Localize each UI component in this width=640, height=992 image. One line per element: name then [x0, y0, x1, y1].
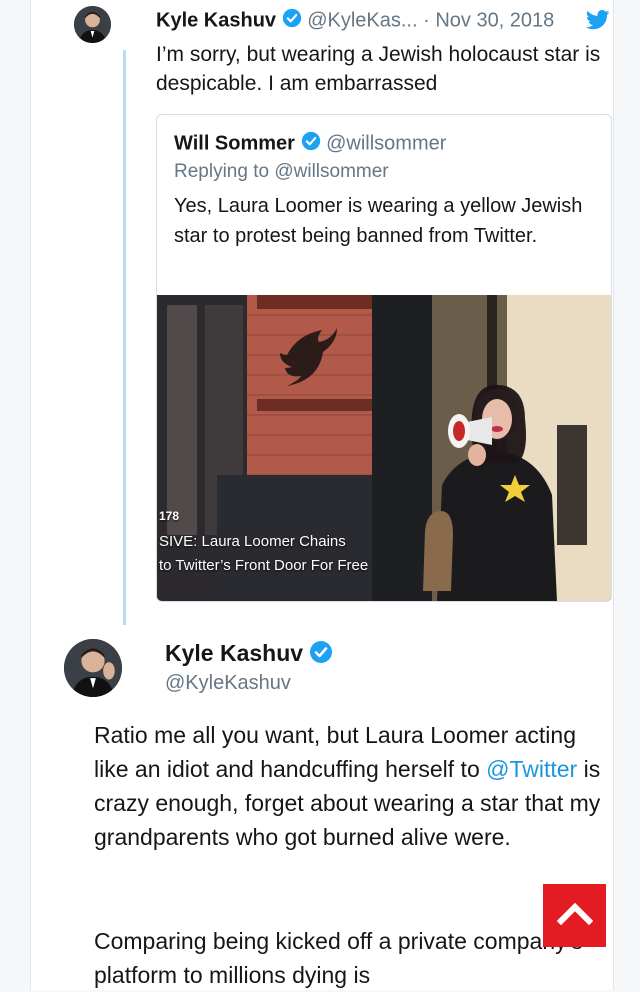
main-author-handle[interactable]: @KyleKashuv — [165, 672, 291, 695]
reply-tweet-text: I’m sorry, but wearing a Jewish holocaus… — [156, 43, 601, 95]
reply-tweet-header: Kyle Kashuv @KyleKas... · Nov 30, 2018 — [156, 8, 554, 34]
tweet-card: Kyle Kashuv @KyleKas... · Nov 30, 2018 I… — [30, 0, 614, 990]
quoted-author-handle[interactable]: @willsommer — [326, 132, 446, 154]
video-caption-line-2: to Twitter’s Front Door For Free — [159, 557, 369, 574]
replying-to-label: Replying to @willsommer — [174, 161, 389, 182]
avatar[interactable] — [64, 639, 122, 697]
twitter-bird-icon — [585, 10, 610, 35]
verified-badge-icon — [309, 640, 333, 670]
author-handle[interactable]: @KyleKas... — [307, 9, 417, 31]
thread-connector-line — [123, 50, 126, 625]
video-caption-line-1: SIVE: Laura Loomer Chains — [159, 533, 346, 550]
main-tweet-paragraph-1: Ratio me all you want, but Laura Loomer … — [94, 718, 614, 854]
verified-badge-icon — [301, 131, 321, 157]
tweet-date[interactable]: Nov 30, 2018 — [435, 9, 554, 31]
main-tweet-paragraph-2: Comparing being kicked off a private com… — [94, 928, 583, 988]
author-name[interactable]: Kyle Kashuv — [156, 9, 276, 31]
chevron-up-icon — [556, 901, 593, 930]
twitter-mention-link[interactable]: @Twitter — [486, 756, 577, 782]
scroll-to-top-button[interactable] — [543, 884, 606, 947]
quoted-tweet-header: Will Sommer @willsommer — [174, 131, 446, 157]
avatar[interactable] — [74, 6, 111, 43]
main-author-name[interactable]: Kyle Kashuv — [165, 640, 303, 666]
verified-badge-icon — [282, 8, 302, 34]
separator-dot: · — [423, 9, 430, 32]
quoted-author-name[interactable]: Will Sommer — [174, 132, 295, 154]
quoted-tweet[interactable]: Will Sommer @willsommer Replying to @wil… — [156, 114, 612, 602]
main-author-name-row: Kyle Kashuv — [165, 640, 333, 670]
quoted-tweet-text: Yes, Laura Loomer is wearing a yellow Je… — [174, 195, 583, 247]
video-caption-number: 178 — [159, 509, 180, 523]
video-thumbnail[interactable]: 178 SIVE: Laura Loomer Chains to Twitter… — [157, 295, 611, 601]
